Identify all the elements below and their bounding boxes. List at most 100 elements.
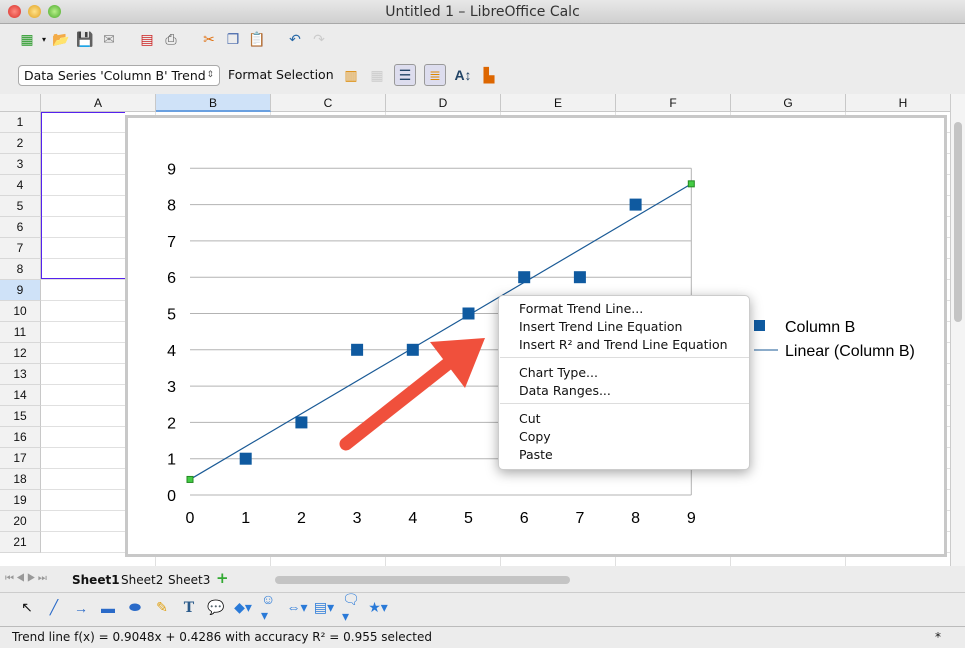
row-header-14[interactable]: 14	[0, 385, 41, 406]
sheet-nav-buttons[interactable]: ⏮◀▶⏭	[5, 573, 49, 584]
row-header-6[interactable]: 6	[0, 217, 41, 238]
scale-text-icon[interactable]: A↕	[454, 66, 472, 84]
column-header-G[interactable]: G	[731, 94, 846, 112]
column-header-D[interactable]: D	[386, 94, 501, 112]
stars-icon[interactable]: ★▾	[368, 599, 388, 617]
column-header-C[interactable]: C	[271, 94, 386, 112]
row-header-8[interactable]: 8	[0, 259, 41, 280]
add-sheet-icon[interactable]: +	[216, 570, 229, 587]
column-header-A[interactable]: A	[41, 94, 156, 112]
symbol-shapes-icon[interactable]: ☺▾	[261, 591, 279, 623]
x-tick-label: 4	[408, 510, 417, 527]
row-header-2[interactable]: 2	[0, 133, 41, 154]
sheet-tab-1[interactable]: Sheet1	[72, 572, 120, 589]
row-header-9[interactable]: 9	[0, 280, 41, 301]
menu-item-insert-r-and-trend-line-equation[interactable]: Insert R² and Trend Line Equation	[519, 336, 728, 354]
select-all-corner[interactable]	[0, 94, 41, 112]
menu-item-format-trend-line[interactable]: Format Trend Line...	[519, 300, 643, 318]
data-point[interactable]	[629, 198, 642, 211]
selected-range	[41, 112, 125, 279]
menu-item-chart-type[interactable]: Chart Type...	[519, 364, 598, 382]
data-point[interactable]	[573, 271, 586, 284]
chart-type-icon[interactable]: ▥	[342, 66, 360, 84]
trend-line-selection-handle[interactable]	[687, 180, 695, 188]
data-point[interactable]	[239, 452, 252, 465]
annotation-arrow	[339, 338, 485, 451]
row-header-19[interactable]: 19	[0, 490, 41, 511]
row-header-7[interactable]: 7	[0, 238, 41, 259]
line-icon[interactable]: ╱	[45, 599, 63, 617]
horizontal-scrollbar[interactable]	[275, 576, 570, 584]
ellipse-icon[interactable]: ⬬	[126, 599, 144, 617]
column-header-B[interactable]: B	[156, 94, 271, 112]
sheet-tab-2[interactable]: Sheet2	[121, 572, 163, 589]
vertical-scroll-thumb[interactable]	[954, 122, 962, 322]
sheet-tab-3[interactable]: Sheet3	[168, 572, 210, 589]
legend-on-off-icon[interactable]: ≣	[424, 64, 446, 86]
legend-marker-column-b[interactable]	[754, 320, 765, 331]
row-header-11[interactable]: 11	[0, 322, 41, 343]
horizontal-grids-icon[interactable]: ☰	[394, 64, 416, 86]
automatic-layout-icon[interactable]: ▙	[480, 66, 498, 84]
row-header-3[interactable]: 3	[0, 154, 41, 175]
block-arrows-icon[interactable]: ⇔▾	[286, 599, 307, 617]
flowchart-icon[interactable]: ▤▾	[314, 599, 334, 617]
email-icon[interactable]: ✉	[100, 30, 118, 48]
minimize-window-button[interactable]	[28, 5, 41, 18]
data-point[interactable]	[295, 416, 308, 429]
column-header-F[interactable]: F	[616, 94, 731, 112]
basic-shapes-icon[interactable]: ◆▾	[234, 599, 252, 617]
row-header-1[interactable]: 1	[0, 112, 41, 133]
format-selection-button[interactable]: Format Selection	[228, 67, 334, 82]
menu-item-paste[interactable]: Paste	[519, 446, 553, 464]
y-tick-label: 6	[167, 270, 176, 287]
y-tick-label: 0	[167, 488, 176, 505]
copy-icon[interactable]: ❐	[224, 30, 242, 48]
arrow-line-icon[interactable]: →	[72, 599, 90, 617]
chart-element-value: Data Series 'Column B' Trend	[24, 68, 206, 83]
x-tick-label: 0	[186, 510, 195, 527]
row-header-16[interactable]: 16	[0, 427, 41, 448]
paste-icon[interactable]: 📋	[248, 30, 266, 48]
row-header-17[interactable]: 17	[0, 448, 41, 469]
close-window-button[interactable]	[8, 5, 21, 18]
menu-item-data-ranges[interactable]: Data Ranges...	[519, 382, 611, 400]
menu-item-cut[interactable]: Cut	[519, 410, 541, 428]
select-arrows-icon: ⇕	[206, 70, 214, 80]
row-header-13[interactable]: 13	[0, 364, 41, 385]
data-point[interactable]	[462, 307, 475, 320]
menu-item-insert-trend-line-equation[interactable]: Insert Trend Line Equation	[519, 318, 682, 336]
callouts-icon[interactable]: 🗨▾	[342, 591, 360, 624]
menu-item-copy[interactable]: Copy	[519, 428, 551, 446]
trend-line-selection-handle[interactable]	[186, 475, 194, 483]
cut-icon[interactable]: ✂	[200, 30, 218, 48]
rectangle-icon[interactable]: ▬	[99, 599, 117, 617]
callout-icon[interactable]: 💬	[207, 599, 225, 617]
new-spreadsheet-icon[interactable]: ▦	[18, 30, 36, 48]
undo-icon[interactable]: ↶	[286, 30, 304, 48]
context-menu: Format Trend Line... Insert Trend Line Eq…	[498, 295, 750, 470]
row-header-21[interactable]: 21	[0, 532, 41, 553]
y-tick-label: 1	[167, 452, 176, 469]
row-header-12[interactable]: 12	[0, 343, 41, 364]
row-header-20[interactable]: 20	[0, 511, 41, 532]
row-header-10[interactable]: 10	[0, 301, 41, 322]
vertical-scrollbar[interactable]	[950, 94, 965, 566]
freeform-icon[interactable]: ✎	[153, 599, 171, 617]
save-icon[interactable]: 💾	[76, 30, 94, 48]
column-header-H[interactable]: H	[846, 94, 950, 112]
column-header-E[interactable]: E	[501, 94, 616, 112]
chart-element-select[interactable]: Data Series 'Column B' Trend ⇕	[18, 65, 220, 86]
print-icon[interactable]: ⎙	[162, 30, 180, 48]
row-header-18[interactable]: 18	[0, 469, 41, 490]
zoom-window-button[interactable]	[48, 5, 61, 18]
row-header-5[interactable]: 5	[0, 196, 41, 217]
data-point[interactable]	[518, 271, 531, 284]
open-folder-icon[interactable]: 📂	[52, 30, 70, 48]
title-bar: Untitled 1 – LibreOffice Calc	[0, 0, 965, 24]
select-pointer-icon[interactable]: ↖	[18, 599, 36, 617]
row-header-4[interactable]: 4	[0, 175, 41, 196]
text-icon[interactable]: T	[180, 599, 198, 617]
row-header-15[interactable]: 15	[0, 406, 41, 427]
export-pdf-icon[interactable]: ▤	[138, 30, 156, 48]
